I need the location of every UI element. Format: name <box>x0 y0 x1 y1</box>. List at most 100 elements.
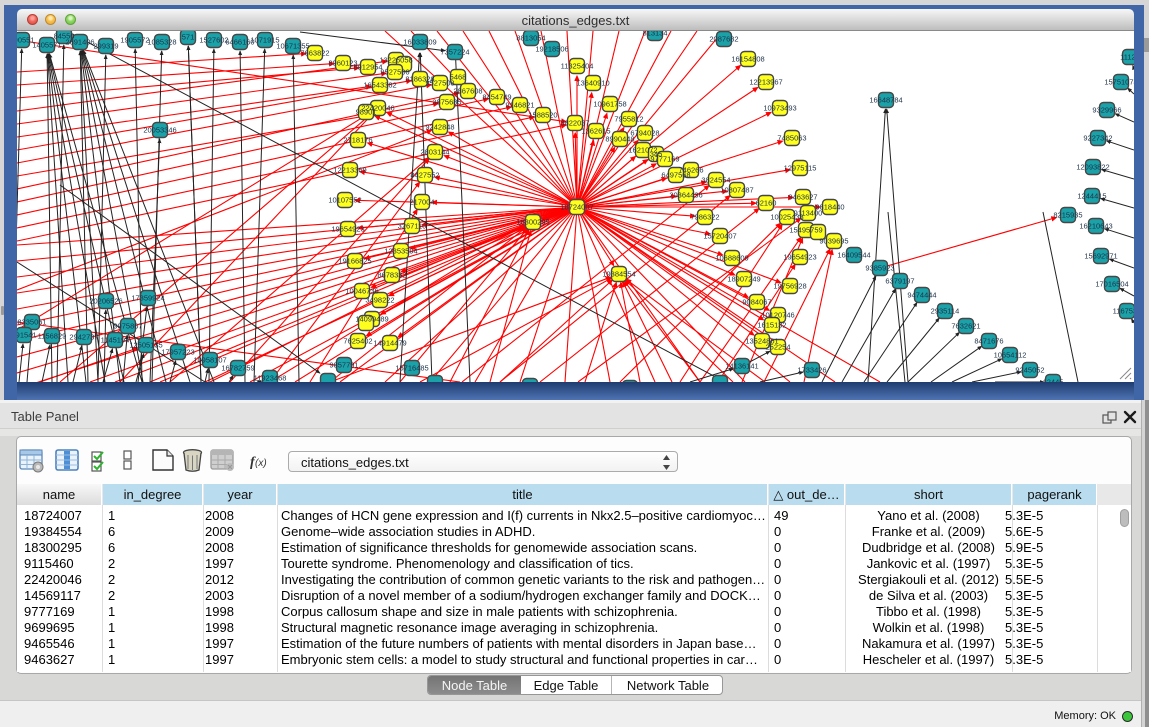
svg-text:15692971: 15692971 <box>1084 252 1117 261</box>
svg-text:19166825: 19166825 <box>338 257 371 266</box>
svg-text:9975867: 9975867 <box>113 322 142 331</box>
svg-text:10688609: 10688609 <box>715 254 748 263</box>
svg-text:11325404: 11325404 <box>561 62 594 71</box>
svg-text:15720407: 15720407 <box>703 232 736 241</box>
svg-text:17359924: 17359924 <box>131 294 164 303</box>
svg-text:16409544: 16409544 <box>837 251 870 260</box>
svg-text:12213967: 12213967 <box>749 78 782 87</box>
svg-text:2087682: 2087682 <box>709 35 738 44</box>
svg-text:12353594: 12353594 <box>384 247 417 256</box>
svg-text:19384554: 19384554 <box>602 270 635 279</box>
svg-text:8813054: 8813054 <box>516 34 545 43</box>
svg-text:9242848: 9242848 <box>425 123 454 132</box>
svg-text:6379197: 6379197 <box>885 277 914 286</box>
svg-text:20053346: 20053346 <box>143 126 176 135</box>
svg-text:1527602: 1527602 <box>199 36 228 45</box>
svg-text:2935114: 2935114 <box>931 307 960 316</box>
svg-text:11923468: 11923468 <box>254 374 287 382</box>
svg-text:8471676: 8471676 <box>974 337 1003 346</box>
svg-text:1733426: 1733426 <box>797 366 826 375</box>
svg-text:1167533: 1167533 <box>1113 307 1134 316</box>
svg-text:7632621: 7632621 <box>951 322 980 331</box>
svg-text:10107552: 10107552 <box>328 196 361 205</box>
svg-text:9084067: 9084067 <box>742 298 771 307</box>
svg-text:1244415: 1244415 <box>1077 192 1106 201</box>
svg-text:16648784: 16648784 <box>869 96 902 105</box>
svg-text:15495759: 15495759 <box>789 226 822 235</box>
svg-text:17016504: 17016504 <box>1095 280 1128 289</box>
svg-text:15716485: 15716485 <box>395 364 428 373</box>
svg-text:18907249: 18907249 <box>727 275 760 284</box>
svg-text:1405571: 1405571 <box>32 41 61 50</box>
svg-text:16210643: 16210643 <box>1079 222 1112 231</box>
svg-text:9146821: 9146821 <box>505 101 534 110</box>
svg-text:1156829: 1156829 <box>38 332 67 341</box>
svg-text:2691406: 2691406 <box>65 38 94 47</box>
svg-text:62160: 62160 <box>756 199 777 208</box>
svg-text:7485063: 7485063 <box>777 134 806 143</box>
svg-text:16782759: 16782759 <box>221 364 254 373</box>
svg-text:14136141: 14136141 <box>725 362 758 371</box>
svg-text:13640910: 13640910 <box>576 79 609 88</box>
svg-text:7357224: 7357224 <box>440 48 469 57</box>
svg-text:8215935: 8215935 <box>1053 211 1082 220</box>
svg-text:14099489: 14099489 <box>355 315 388 324</box>
svg-text:3498222: 3498222 <box>365 296 394 305</box>
svg-text:9777169: 9777169 <box>650 155 679 164</box>
svg-text:12975115: 12975115 <box>784 164 817 173</box>
svg-text:10961758: 10961758 <box>593 100 626 109</box>
svg-text:15751074: 15751074 <box>1104 78 1134 87</box>
svg-text:8335061: 8335061 <box>17 318 46 327</box>
svg-text:6497568: 6497568 <box>661 171 690 180</box>
svg-text:19654923: 19654923 <box>783 253 816 262</box>
svg-text:9039695: 9039695 <box>819 237 848 246</box>
svg-text:9474444: 9474444 <box>907 291 936 300</box>
svg-text:10807487: 10807487 <box>720 186 753 195</box>
svg-text:10120746: 10120746 <box>761 311 794 320</box>
svg-text:98901: 98901 <box>356 108 377 117</box>
svg-text:(x): (x) <box>255 458 267 469</box>
svg-text:10973493: 10973493 <box>763 104 796 113</box>
svg-text:9385923: 9385923 <box>865 264 894 273</box>
svg-text:19654923: 19654923 <box>331 225 364 234</box>
svg-text:12445: 12445 <box>1043 378 1064 382</box>
svg-text:1071915: 1071915 <box>250 36 279 45</box>
svg-text:1145194: 1145194 <box>101 336 130 345</box>
svg-text:3267110: 3267110 <box>398 222 427 231</box>
svg-text:571: 571 <box>182 33 195 42</box>
svg-text:16154808: 16154808 <box>731 55 764 64</box>
svg-text:3824554: 3824554 <box>701 176 730 185</box>
svg-text:3875685: 3875685 <box>432 98 461 107</box>
svg-text:1615132: 1615132 <box>757 321 786 330</box>
svg-text:6794028: 6794028 <box>630 129 659 138</box>
svg-text:2718176: 2718176 <box>343 136 372 145</box>
svg-text:13226058: 13226058 <box>379 56 412 65</box>
svg-text:12093822: 12093822 <box>1076 163 1109 172</box>
svg-text:7955812: 7955812 <box>614 115 643 124</box>
svg-text:16033809: 16033809 <box>403 38 436 47</box>
svg-text:7625402: 7625402 <box>343 337 372 346</box>
svg-text:9329966: 9329966 <box>1092 106 1121 115</box>
svg-text:11124: 11124 <box>1120 53 1134 62</box>
svg-text:19218506: 19218506 <box>535 45 568 54</box>
svg-text:9227342: 9227342 <box>1083 134 1112 143</box>
svg-text:1905572: 1905572 <box>120 36 149 45</box>
svg-text:1085328: 1085328 <box>147 38 176 47</box>
svg-text:5468: 5468 <box>450 73 467 82</box>
svg-text:252254: 252254 <box>765 343 790 352</box>
svg-text:9113400: 9113400 <box>794 209 823 218</box>
svg-text:9245052: 9245052 <box>1015 366 1044 375</box>
svg-text:20364436: 20364436 <box>669 191 702 200</box>
svg-text:10654112: 10654112 <box>994 351 1027 360</box>
svg-text:9463627: 9463627 <box>788 193 817 202</box>
svg-text:1588520: 1588520 <box>528 111 557 120</box>
svg-text:12213369: 12213369 <box>333 166 366 175</box>
svg-text:8678332: 8678332 <box>377 271 406 280</box>
svg-text:20206526: 20206526 <box>89 297 122 306</box>
svg-text:19756928: 19756928 <box>773 282 806 291</box>
svg-text:2867608: 2867608 <box>453 87 482 96</box>
svg-text:16543382: 16543382 <box>363 81 396 90</box>
svg-text:10046736: 10046736 <box>345 287 378 296</box>
svg-text:12505135: 12505135 <box>129 341 162 350</box>
svg-text:217004: 217004 <box>409 198 434 207</box>
